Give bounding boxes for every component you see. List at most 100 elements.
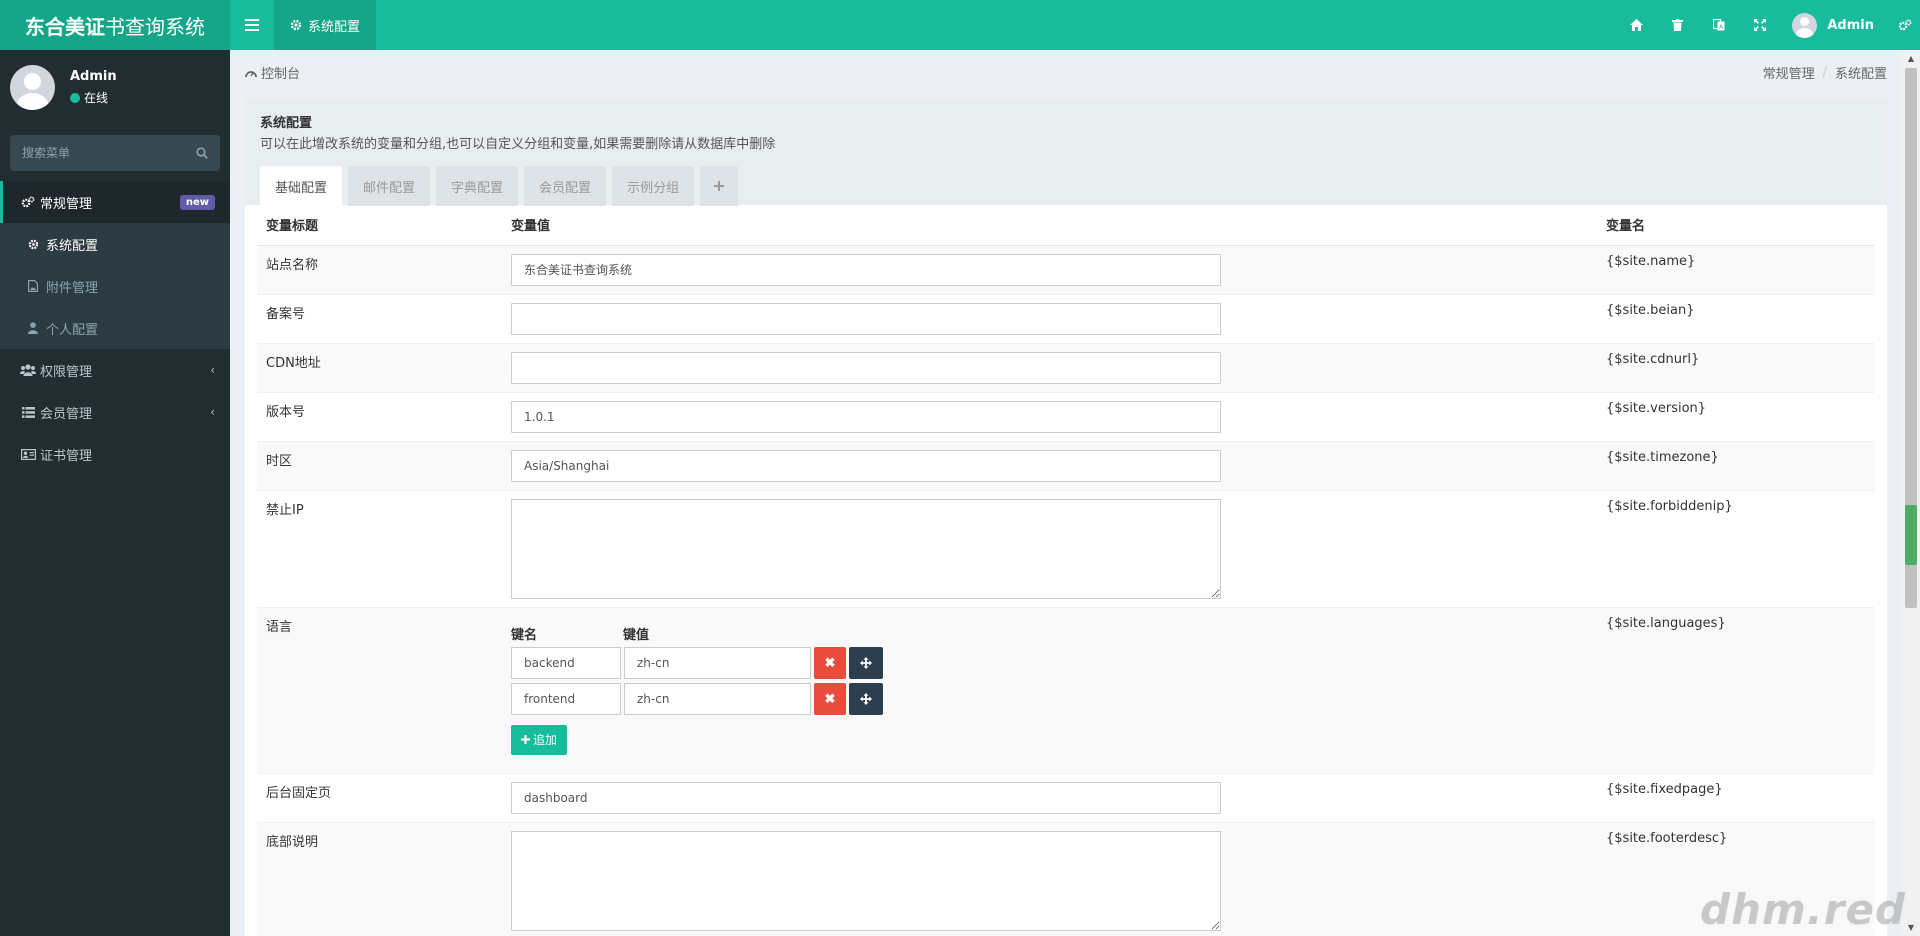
home-button[interactable] bbox=[1616, 0, 1657, 50]
language-button[interactable]: A bbox=[1698, 0, 1739, 50]
main-content: 控制台 常规管理 / 系统配置 系统配置 可以在此增改系统的变量和分组,也可以自… bbox=[230, 50, 1902, 936]
scroll-up-icon[interactable]: ▲ bbox=[1902, 50, 1920, 67]
scroll-indicator bbox=[1905, 505, 1917, 565]
table-row: 版本号 {$site.version} bbox=[257, 391, 1874, 441]
close-icon: ✖ bbox=[824, 690, 836, 706]
clear-cache-button[interactable] bbox=[1657, 0, 1698, 50]
fixed-page-input[interactable] bbox=[511, 781, 1221, 814]
variable-name: {$site.cdnurl} bbox=[1597, 342, 1874, 392]
breadcrumb: 控制台 常规管理 / 系统配置 bbox=[230, 50, 1902, 95]
row-title: 版本号 bbox=[257, 391, 502, 441]
tab-member[interactable]: 会员配置 bbox=[524, 166, 607, 206]
config-table: 变量标题 变量值 变量名 站点名称 {$site.name} 备案号 {$sit… bbox=[257, 205, 1874, 936]
user-icon bbox=[25, 322, 41, 334]
top-right-toolbar: A Admin bbox=[1616, 0, 1920, 50]
language-value-input[interactable] bbox=[624, 682, 811, 715]
timezone-input[interactable] bbox=[511, 449, 1221, 482]
language-value-input[interactable] bbox=[624, 646, 811, 679]
sidebar: Admin 在线 常规管理 new 系统配置 附件管理 bbox=[0, 50, 230, 936]
app-logo[interactable]: 东合美证 书查询系统 bbox=[0, 0, 230, 50]
user-status: 在线 bbox=[70, 89, 117, 106]
row-title: 底部说明 bbox=[257, 821, 502, 936]
remove-row-button[interactable]: ✖ bbox=[814, 682, 846, 715]
breadcrumb-item: 系统配置 bbox=[1834, 67, 1887, 82]
version-input[interactable] bbox=[511, 400, 1221, 433]
tab-example[interactable]: 示例分组 bbox=[612, 166, 695, 206]
variable-name: {$site.name} bbox=[1597, 244, 1874, 294]
online-dot-icon bbox=[70, 92, 80, 103]
breadcrumb-item[interactable]: 常规管理 bbox=[1763, 63, 1815, 82]
sidebar-item-attachments[interactable]: 附件管理 bbox=[0, 265, 230, 307]
search-icon[interactable] bbox=[196, 147, 208, 159]
language-key-input[interactable] bbox=[511, 646, 621, 679]
sidebar-item-general[interactable]: 常规管理 new bbox=[0, 181, 230, 223]
drag-row-button[interactable] bbox=[849, 646, 883, 679]
group-icon bbox=[20, 364, 36, 376]
control-sidebar-button[interactable] bbox=[1890, 0, 1920, 50]
sidebar-item-permissions[interactable]: 权限管理 ‹ bbox=[0, 349, 230, 391]
variable-name: {$site.fixedpage} bbox=[1597, 772, 1874, 822]
append-row-button[interactable]: 追加 bbox=[511, 724, 568, 755]
tab-basic[interactable]: 基础配置 bbox=[260, 166, 343, 206]
column-header: 变量值 bbox=[502, 205, 1597, 246]
kv-row: ✖ bbox=[511, 682, 1588, 715]
add-group-button[interactable] bbox=[700, 166, 739, 206]
user-panel: Admin 在线 bbox=[0, 50, 230, 125]
cdn-url-input[interactable] bbox=[511, 351, 1221, 384]
home-icon bbox=[1630, 19, 1644, 31]
language-key-input[interactable] bbox=[511, 682, 621, 715]
breadcrumb-separator: / bbox=[1822, 65, 1827, 80]
row-title: 备案号 bbox=[257, 293, 502, 343]
footer-desc-textarea[interactable] bbox=[511, 830, 1221, 931]
tab-system-config[interactable]: 系统配置 bbox=[274, 0, 377, 50]
id-card-icon bbox=[20, 448, 36, 460]
forbidden-ip-textarea[interactable] bbox=[511, 498, 1221, 599]
kv-row: ✖ bbox=[511, 646, 1588, 679]
remove-row-button[interactable]: ✖ bbox=[814, 646, 846, 679]
menu-search-input[interactable] bbox=[22, 146, 196, 160]
table-row: 站点名称 {$site.name} bbox=[257, 244, 1874, 294]
cogs-icon bbox=[1898, 19, 1912, 31]
sidebar-item-system-config[interactable]: 系统配置 bbox=[0, 223, 230, 265]
fullscreen-icon bbox=[1753, 19, 1766, 31]
new-badge: new bbox=[179, 194, 215, 210]
table-row: 后台固定页 {$site.fixedpage} bbox=[257, 772, 1874, 822]
sidebar-item-certificates[interactable]: 证书管理 bbox=[0, 433, 230, 475]
chevron-left-icon: ‹ bbox=[210, 405, 215, 419]
column-header: 变量标题 bbox=[257, 205, 502, 246]
panel-description: 可以在此增改系统的变量和分组,也可以自定义分组和变量,如果需要删除请从数据库中删… bbox=[260, 137, 776, 152]
tab-dictionary[interactable]: 字典配置 bbox=[436, 166, 519, 206]
variable-name: {$site.beian} bbox=[1597, 293, 1874, 343]
sidebar-toggle-button[interactable] bbox=[230, 0, 274, 50]
dashboard-icon bbox=[245, 70, 257, 77]
column-header: 变量名 bbox=[1597, 205, 1874, 246]
sidebar-search bbox=[10, 135, 220, 171]
chevron-left-icon: ‹ bbox=[210, 363, 215, 377]
beian-input[interactable] bbox=[511, 302, 1221, 335]
table-row: 禁止IP {$site.forbiddenip} bbox=[257, 489, 1874, 607]
sidebar-user-name: Admin bbox=[70, 69, 117, 84]
submenu-general: 系统配置 附件管理 个人配置 bbox=[0, 223, 230, 349]
site-name-input[interactable] bbox=[511, 253, 1221, 286]
watermark-logo: dhm.red bbox=[1700, 885, 1906, 934]
row-title: 站点名称 bbox=[257, 244, 502, 294]
dashboard-link[interactable]: 控制台 bbox=[245, 63, 300, 82]
list-icon bbox=[20, 406, 36, 418]
top-header: 东合美证 书查询系统 系统配置 A Admin bbox=[0, 0, 1920, 50]
page-scrollbar[interactable]: ▲ ▼ bbox=[1902, 50, 1920, 936]
variable-name: {$site.timezone} bbox=[1597, 440, 1874, 490]
row-title: 后台固定页 bbox=[257, 772, 502, 822]
user-menu[interactable]: Admin bbox=[1780, 0, 1890, 50]
table-row: 底部说明 {$site.footerdesc} bbox=[257, 821, 1874, 936]
config-tabs: 基础配置 邮件配置 字典配置 会员配置 示例分组 bbox=[260, 166, 1872, 206]
table-row: CDN地址 {$site.cdnurl} bbox=[257, 342, 1874, 392]
trash-icon bbox=[1672, 19, 1684, 31]
drag-row-button[interactable] bbox=[849, 682, 883, 715]
arrows-icon bbox=[860, 692, 872, 705]
fullscreen-button[interactable] bbox=[1739, 0, 1780, 50]
sidebar-item-profile[interactable]: 个人配置 bbox=[0, 307, 230, 349]
cog-icon bbox=[290, 19, 302, 31]
plus-icon bbox=[714, 181, 725, 191]
sidebar-item-members[interactable]: 会员管理 ‹ bbox=[0, 391, 230, 433]
tab-email[interactable]: 邮件配置 bbox=[348, 166, 431, 206]
